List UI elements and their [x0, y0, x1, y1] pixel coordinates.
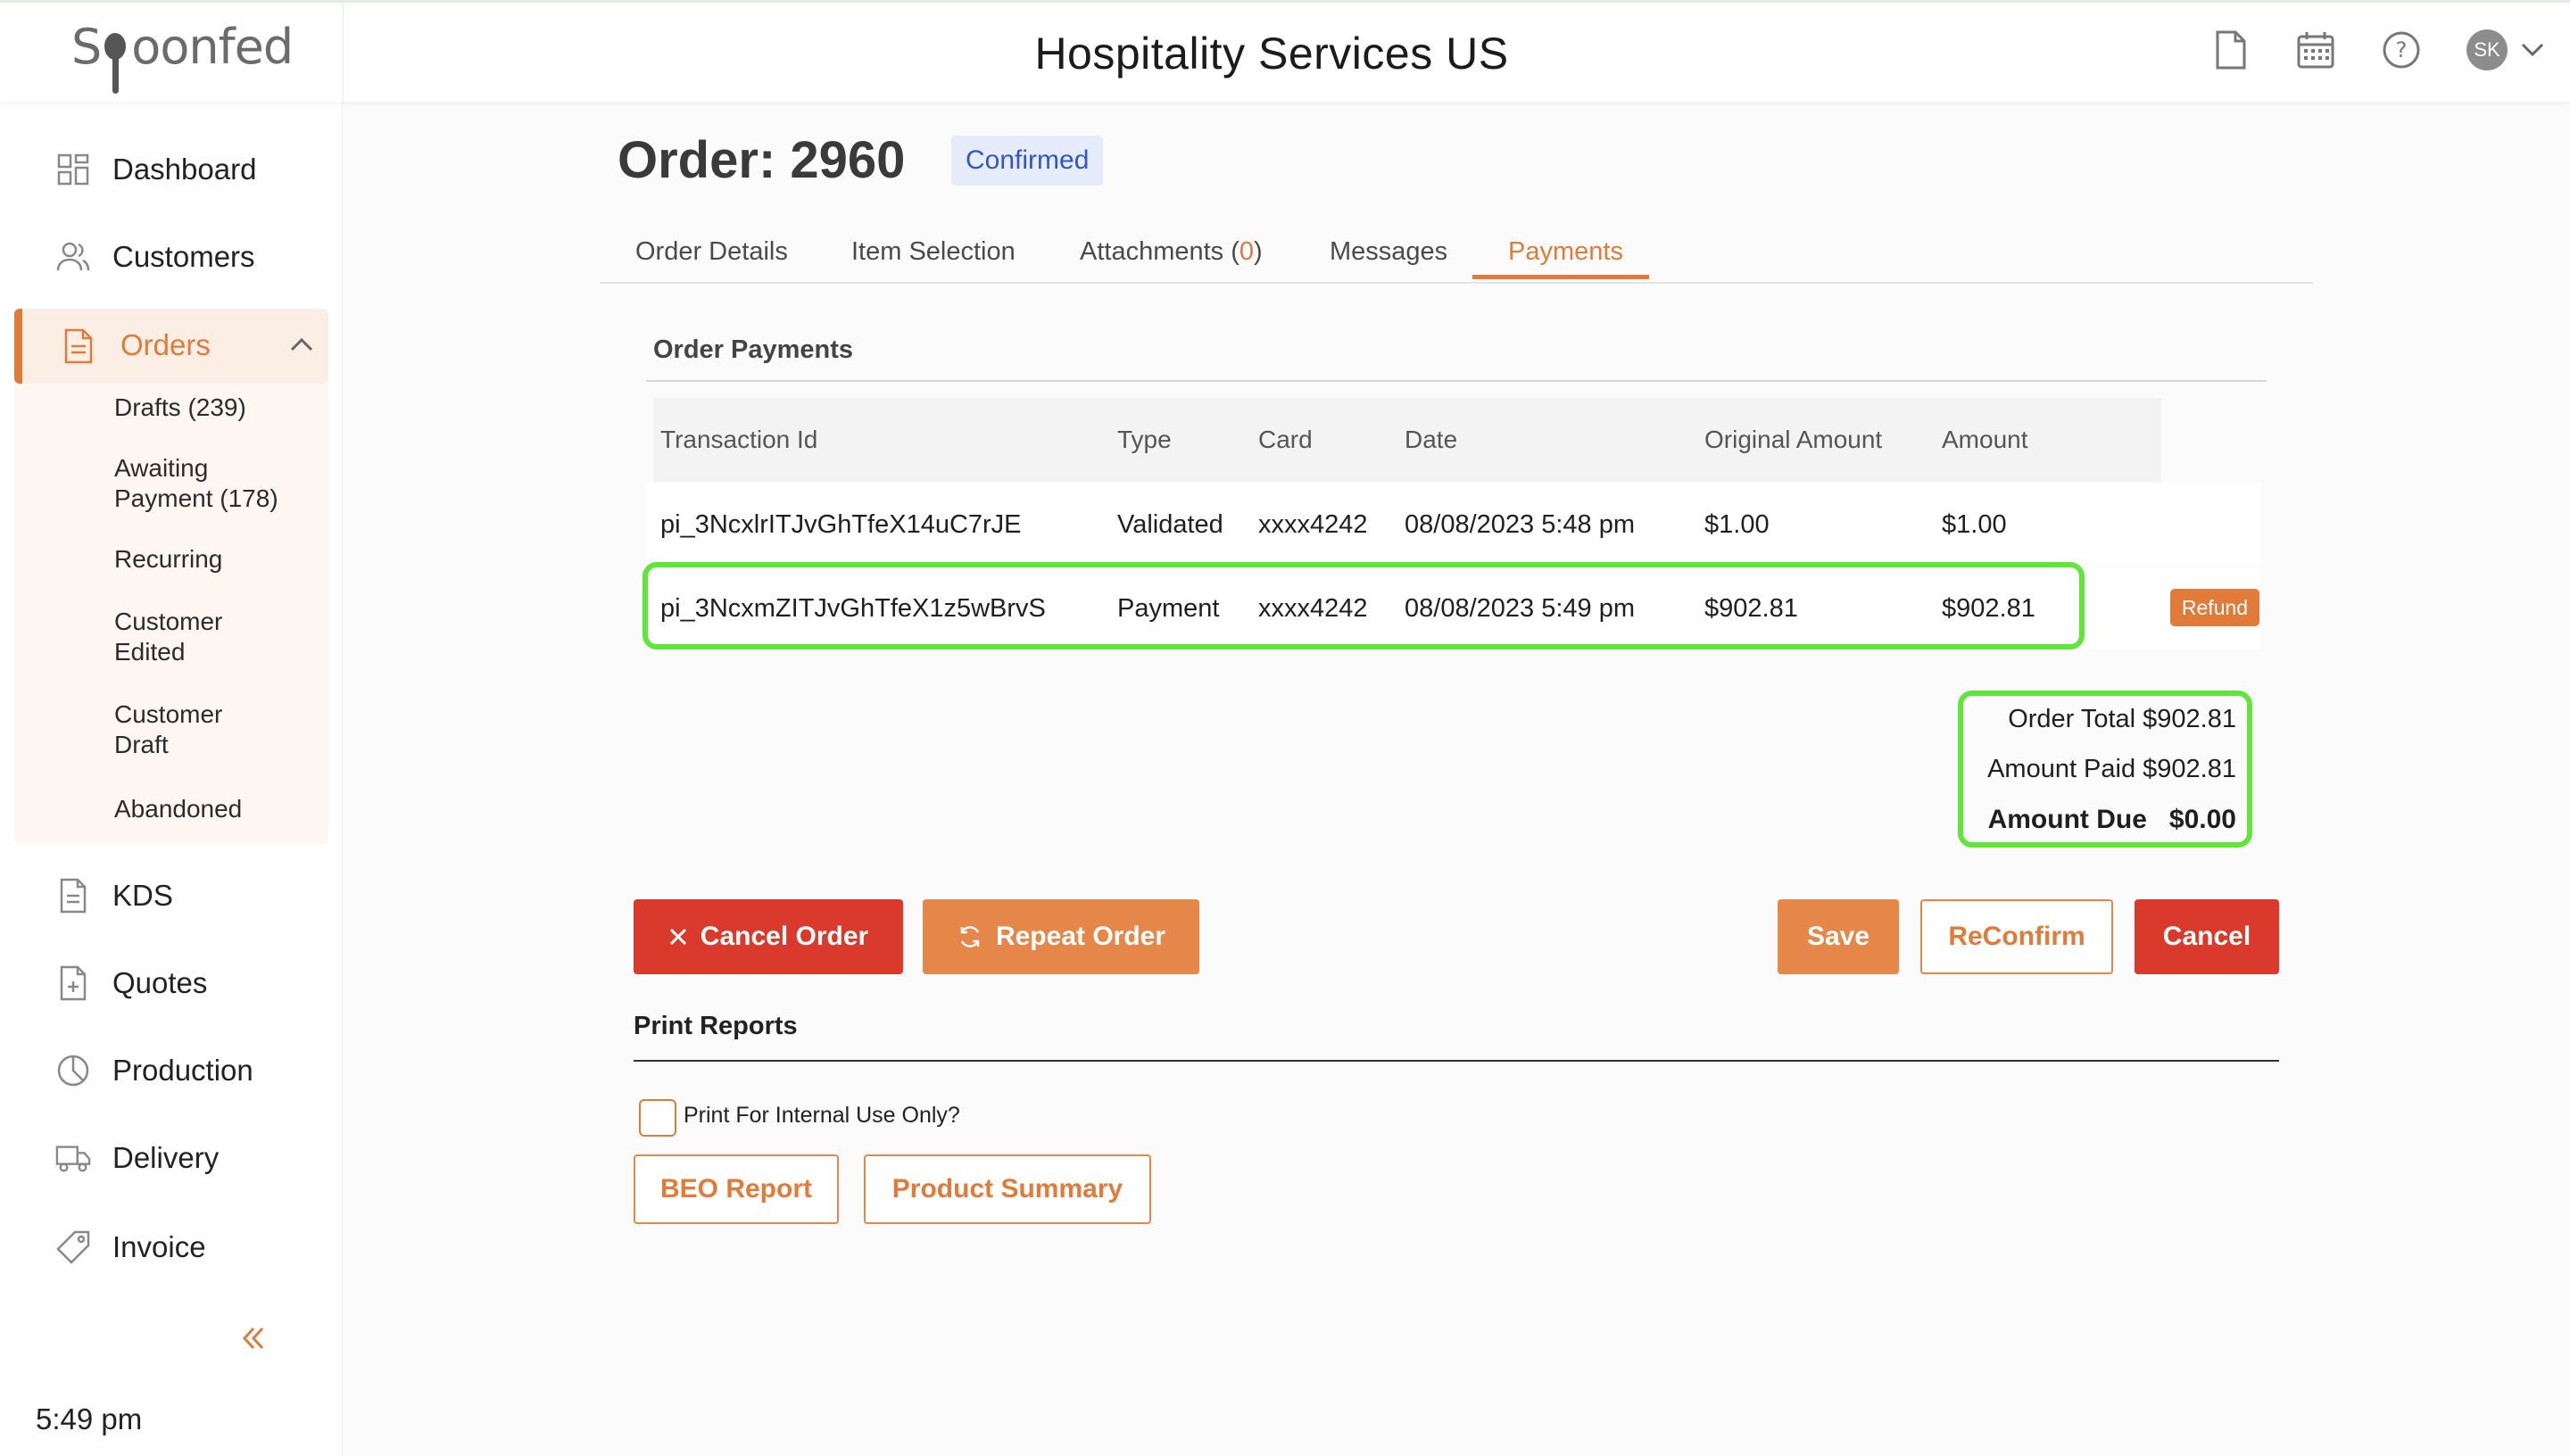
sidebar-item-orders[interactable]: Orders: [14, 309, 328, 384]
column-header: Type: [1117, 426, 1172, 453]
sidebar-item-label: Production: [112, 1054, 253, 1087]
sidebar-item-label: Dashboard: [112, 153, 257, 186]
amount: $1.00: [1942, 509, 2007, 539]
top-icons: ? SK: [2209, 29, 2545, 70]
close-icon: [669, 928, 686, 946]
help-icon[interactable]: ?: [2381, 29, 2422, 70]
repeat-order-button[interactable]: Repeat Order: [923, 899, 1199, 974]
top-bar: Soonfed Hospitality Services US ? SK: [0, 0, 2570, 104]
sidebar-item-label: Delivery: [112, 1141, 220, 1174]
table-row: pi_3NcxmZITJvGhTfeX1z5wBrvS Payment xxxx…: [646, 567, 2261, 649]
page-title: Order: 2960: [618, 131, 906, 189]
internal-use-label: Print For Internal Use Only?: [684, 1103, 960, 1128]
clock: 5:49 pm: [36, 1402, 143, 1435]
refund-button[interactable]: Refund: [2170, 589, 2259, 626]
avatar: SK: [2466, 29, 2508, 70]
sidebar-item-kds[interactable]: KDS: [0, 858, 343, 933]
sidebar-item-dashboard[interactable]: Dashboard: [0, 132, 343, 207]
attachments-count: 0: [1239, 237, 1255, 266]
column-header: Transaction Id: [660, 426, 818, 453]
amount-due: Amount Due $0.00: [1987, 805, 2236, 834]
sidebar-subitem-recurring[interactable]: Recurring: [114, 544, 222, 575]
chevron-down-icon: [2521, 43, 2544, 57]
order-payments-title: Order Payments: [653, 335, 854, 364]
sidebar-item-label: Quotes: [112, 966, 208, 999]
order-total: Order Total $902.81: [2008, 705, 2236, 733]
active-tab-indicator: [1472, 275, 1649, 279]
amount-paid: Amount Paid $902.81: [1987, 755, 2236, 783]
transaction-id: pi_3NcxlrITJvGhTfeX14uC7rJE: [660, 509, 1022, 539]
collapse-sidebar-icon[interactable]: [239, 1324, 275, 1360]
table-row: pi_3NcxlrITJvGhTfeX14uC7rJE Validated xx…: [646, 484, 2261, 566]
tab-messages[interactable]: Messages: [1330, 237, 1447, 267]
column-header: Original Amount: [1704, 426, 1883, 453]
status-badge: Confirmed: [951, 136, 1104, 186]
payment-type: Payment: [1117, 593, 1220, 623]
svg-text:?: ?: [2396, 37, 2408, 62]
print-reports-title: Print Reports: [634, 1012, 798, 1040]
sidebar-item-quotes[interactable]: Quotes: [0, 946, 343, 1021]
beo-report-button[interactable]: BEO Report: [634, 1154, 839, 1224]
sidebar-subitem-awaiting-payment[interactable]: Awaiting Payment (178): [114, 453, 311, 514]
amount: $902.81: [1942, 593, 2035, 623]
sidebar-item-delivery[interactable]: Delivery: [0, 1121, 343, 1195]
orders-group: Orders Drafts (239) Awaiting Payment (17…: [14, 309, 328, 844]
truck-icon: [55, 1140, 91, 1176]
tab-item-selection[interactable]: Item Selection: [851, 237, 1016, 267]
document-icon: [63, 328, 94, 368]
print-reports-divider: [634, 1060, 2279, 1062]
column-header: Amount: [1942, 426, 2028, 453]
users-icon: [55, 239, 91, 275]
tab-payments[interactable]: Payments: [1508, 237, 1623, 267]
sidebar-item-invoice[interactable]: Invoice: [0, 1210, 343, 1285]
repeat-icon: [960, 926, 980, 947]
sidebar-subitem-customer-draft[interactable]: Customer Draft: [114, 699, 257, 760]
card: xxxx4242: [1258, 509, 1368, 539]
chevron-up-icon[interactable]: [289, 332, 314, 359]
sidebar-item-label: Orders: [120, 328, 211, 361]
tab-attachments[interactable]: Attachments (0): [1080, 237, 1263, 267]
product-summary-button[interactable]: Product Summary: [864, 1154, 1151, 1224]
sidebar-item-label: Invoice: [112, 1230, 206, 1263]
file-icon[interactable]: [2209, 29, 2251, 70]
sidebar-subitem-customer-edited[interactable]: Customer Edited: [114, 607, 257, 667]
sidebar-item-label: KDS: [112, 879, 173, 912]
sidebar-subitem-abandoned[interactable]: Abandoned: [114, 794, 242, 824]
sidebar-item-production[interactable]: Production: [0, 1033, 343, 1108]
grid-icon: [55, 152, 91, 187]
cancel-order-button[interactable]: Cancel Order: [634, 899, 903, 974]
section-divider: [646, 380, 2267, 382]
document-icon: [55, 878, 91, 914]
pie-icon: [55, 1053, 91, 1088]
original-amount: $902.81: [1704, 593, 1798, 623]
user-menu[interactable]: SK: [2466, 29, 2545, 70]
tag-icon: [55, 1229, 91, 1265]
payments-table-header: Transaction Id Type Card Date Original A…: [653, 398, 2161, 482]
tab-order-details[interactable]: Order Details: [635, 237, 788, 267]
reconfirm-button[interactable]: ReConfirm: [1920, 899, 2113, 974]
sidebar: Dashboard Customers Orders Drafts (239) …: [0, 102, 343, 1456]
tab-bar: Order Details Item Selection Attachments…: [600, 228, 2313, 284]
internal-use-checkbox[interactable]: [639, 1099, 676, 1137]
document-plus-icon: [55, 965, 91, 1001]
date: 08/08/2023 5:48 pm: [1405, 509, 1635, 539]
payment-type: Validated: [1117, 509, 1223, 539]
original-amount: $1.00: [1704, 509, 1770, 539]
sidebar-item-customers[interactable]: Customers: [0, 219, 343, 294]
calendar-icon[interactable]: [2295, 29, 2336, 70]
date: 08/08/2023 5:49 pm: [1405, 593, 1635, 623]
app-title: Hospitality Services US: [1034, 29, 1509, 79]
transaction-id: pi_3NcxmZITJvGhTfeX1z5wBrvS: [660, 593, 1046, 623]
column-header: Date: [1405, 426, 1458, 453]
save-button[interactable]: Save: [1778, 899, 1899, 974]
card: xxxx4242: [1258, 593, 1368, 623]
sidebar-item-label: Customers: [112, 240, 255, 273]
cancel-button[interactable]: Cancel: [2135, 899, 2279, 974]
column-header: Card: [1258, 426, 1313, 453]
sidebar-subitem-drafts[interactable]: Drafts (239): [114, 393, 246, 423]
